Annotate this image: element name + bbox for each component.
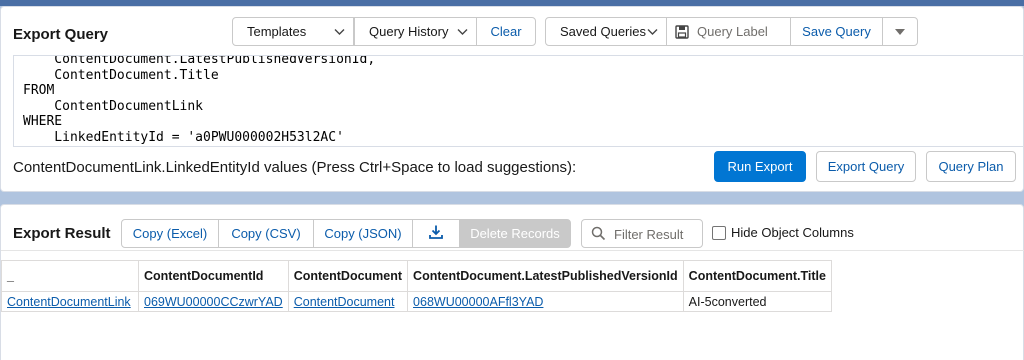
save-options-button[interactable] [882, 17, 918, 46]
export-result-title: Export Result [13, 225, 111, 242]
latest-version-id-link[interactable]: 068WU00000AFfl3YAD [413, 295, 543, 309]
chevron-down-icon [457, 26, 468, 40]
filter-result-input[interactable] [614, 224, 700, 244]
chevron-down-icon [647, 26, 658, 40]
column-header[interactable]: _ [1, 260, 139, 292]
hide-object-columns-toggle[interactable]: Hide Object Columns [712, 225, 854, 240]
editor-line: LinkedEntityId = 'a0PWU000002H53l2AC' [23, 129, 344, 145]
result-table: _ ContentDocumentId ContentDocument Cont… [1, 260, 832, 312]
editor-line: ContentDocumentLink [23, 98, 204, 114]
editor-line: ContentDocument.LatestPublishedVersionId… [23, 55, 376, 67]
copy-excel-button[interactable]: Copy (Excel) [121, 219, 219, 248]
autocomplete-hint: ContentDocumentLink.LinkedEntityId value… [13, 159, 577, 176]
table-cell: ContentDocumentLink [1, 291, 139, 312]
column-header[interactable]: ContentDocumentId [138, 260, 289, 292]
query-editor[interactable]: ContentDocument.LatestPublishedVersionId… [13, 55, 1023, 147]
saved-queries-dropdown[interactable]: Saved Queries [545, 17, 667, 46]
export-query-button[interactable]: Export Query [816, 151, 916, 182]
query-label-placeholder: Query Label [697, 24, 768, 39]
table-cell: AI-5converted [682, 291, 832, 312]
download-button[interactable] [412, 219, 460, 248]
save-query-button[interactable]: Save Query [790, 17, 883, 46]
content-document-link[interactable]: ContentDocument [294, 295, 395, 309]
content-document-id-link[interactable]: 069WU00000CCzwrYAD [144, 295, 283, 309]
column-header[interactable]: ContentDocument [287, 260, 409, 292]
query-label-field[interactable]: Query Label [666, 17, 791, 46]
copy-csv-button[interactable]: Copy (CSV) [218, 219, 314, 248]
saved-queries-label: Saved Queries [560, 24, 646, 39]
copy-json-button[interactable]: Copy (JSON) [313, 219, 413, 248]
editor-line: FROM [23, 83, 55, 98]
export-result-panel: Export Result Copy (Excel) Copy (CSV) Co… [0, 204, 1024, 360]
chevron-down-icon [334, 26, 345, 40]
table-cell: 068WU00000AFfl3YAD [407, 291, 684, 312]
table-row: ContentDocumentLink 069WU00000CCzwrYAD C… [1, 291, 832, 312]
query-history-dropdown[interactable]: Query History [354, 17, 477, 46]
result-divider [1, 250, 1024, 251]
query-editor-lines: ContentDocument.LatestPublishedVersionId… [23, 55, 1023, 145]
save-disk-icon [675, 24, 689, 39]
query-history-label: Query History [369, 24, 449, 39]
templates-dropdown[interactable]: Templates [232, 17, 354, 46]
editor-line: WHERE [23, 114, 63, 129]
clear-button[interactable]: Clear [476, 17, 536, 46]
table-cell: 069WU00000CCzwrYAD [138, 291, 289, 312]
column-header[interactable]: ContentDocument.LatestPublishedVersionId [407, 260, 684, 292]
search-icon [591, 226, 606, 244]
delete-records-button[interactable]: Delete Records [459, 219, 571, 248]
table-header-row: _ ContentDocumentId ContentDocument Cont… [1, 260, 832, 292]
hide-object-columns-checkbox[interactable] [712, 225, 726, 240]
templates-label: Templates [247, 24, 307, 39]
export-query-panel: Export Query Templates Query History Cle… [0, 6, 1024, 192]
editor-line: ContentDocument.Title [23, 67, 219, 83]
filter-result-field[interactable] [581, 219, 703, 248]
record-type-link[interactable]: ContentDocumentLink [7, 295, 131, 309]
table-cell: ContentDocument [287, 291, 409, 312]
download-icon [428, 224, 444, 243]
column-header[interactable]: ContentDocument.Title [682, 260, 832, 292]
run-export-button[interactable]: Run Export [714, 151, 806, 182]
query-plan-button[interactable]: Query Plan [926, 151, 1016, 182]
hide-object-columns-label: Hide Object Columns [731, 225, 854, 240]
export-query-title: Export Query [13, 26, 109, 43]
caret-down-icon [894, 24, 906, 39]
